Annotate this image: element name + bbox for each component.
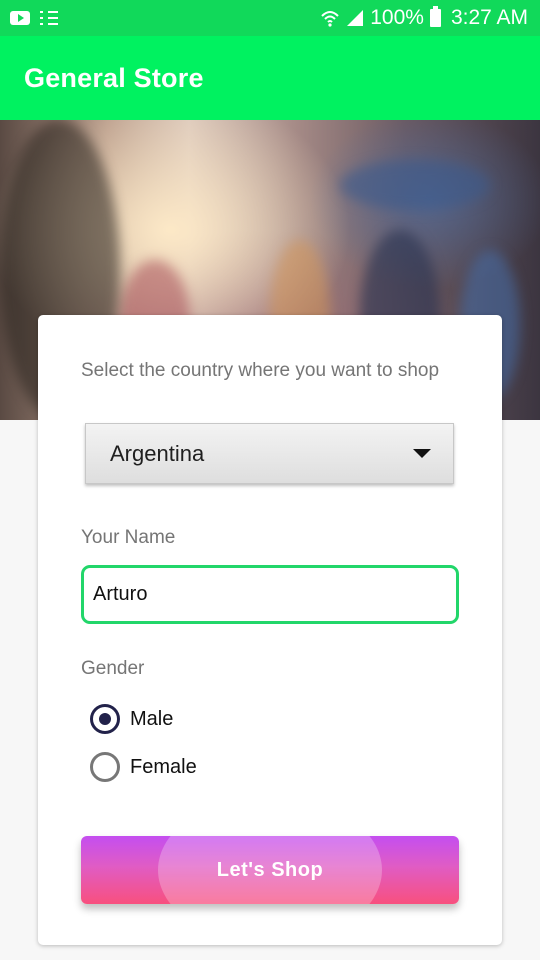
youtube-icon — [10, 11, 30, 25]
country-dropdown[interactable]: Argentina — [85, 423, 454, 484]
battery-percent: 100% — [370, 6, 424, 29]
status-bar: 100% 3:27 AM — [0, 0, 540, 36]
list-icon — [40, 11, 58, 25]
app-bar: General Store — [0, 36, 540, 120]
country-label: Select the country where you want to sho… — [81, 360, 440, 381]
status-right: 100% 3:27 AM — [320, 6, 528, 30]
radio-label-male: Male — [130, 707, 174, 730]
gender-label: Gender — [81, 658, 145, 679]
signal-icon — [347, 10, 364, 26]
clock: 3:27 AM — [450, 6, 528, 29]
status-left-icons — [10, 11, 58, 25]
battery-icon — [429, 6, 441, 27]
wifi-icon — [321, 11, 339, 27]
app-title: General Store — [24, 62, 204, 93]
name-label: Your Name — [81, 527, 176, 548]
gender-option-female[interactable]: Female — [90, 752, 197, 782]
country-selected-value: Argentina — [110, 440, 205, 466]
form-card: Select the country where you want to sho… — [38, 315, 502, 945]
dropdown-arrow-icon — [413, 449, 431, 458]
radio-button-checked[interactable] — [90, 704, 120, 734]
radio-label-female: Female — [130, 755, 197, 778]
radio-button-unchecked[interactable] — [90, 752, 120, 782]
lets-shop-label: Let's Shop — [216, 858, 324, 881]
name-input[interactable] — [81, 565, 459, 624]
lets-shop-button[interactable]: Let's Shop — [81, 836, 459, 904]
gender-option-male[interactable]: Male — [90, 704, 173, 734]
